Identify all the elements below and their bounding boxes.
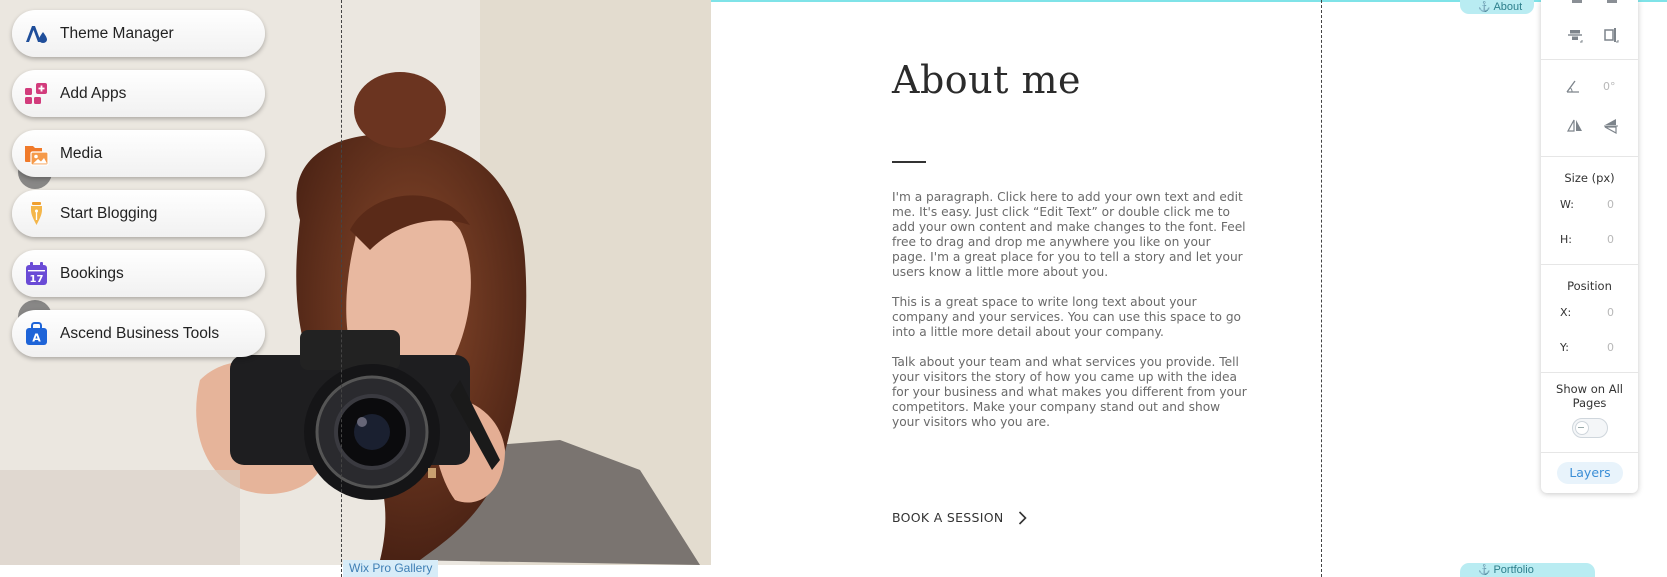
height-label: H: [1560,233,1572,246]
paragraph-2[interactable]: This is a great space to write long text… [892,295,1247,340]
properties-panel: 0° Size (px) W: 0 H: 0 Position X: 0 Y: … [1541,0,1638,493]
section-tag-about[interactable]: ⚓ About [1460,0,1535,14]
y-input[interactable]: 0 [1607,341,1614,354]
width-label: W: [1560,198,1574,211]
add-apps-icon [25,83,47,104]
calendar-day: 17 [30,274,44,285]
ascend-bag-icon: A [26,322,47,345]
match-size-icon[interactable] [1604,0,1620,10]
size-header: Size (px) [1564,171,1615,185]
ascend-business-tools-button[interactable]: A Ascend Business Tools [12,310,265,357]
book-session-link[interactable]: BOOK A SESSION [892,510,1027,525]
position-header: Position [1567,279,1612,293]
media-icon [25,146,49,166]
paragraph-3[interactable]: Talk about your team and what services y… [892,355,1247,430]
media-button[interactable]: Media [12,130,265,177]
blog-pen-icon [31,202,42,225]
panel-divider [1541,264,1638,265]
flip-vertical-icon[interactable] [1603,118,1619,134]
ascend-business-tools-label: Ascend Business Tools [60,324,220,342]
align-top-icon[interactable] [1569,0,1585,10]
start-blogging-button[interactable]: Start Blogging [12,190,265,237]
add-apps-label: Add Apps [60,84,127,102]
panel-divider [1541,156,1638,157]
paragraph-1[interactable]: I'm a paragraph. Click here to add your … [892,190,1247,280]
show-on-all-pages-toggle[interactable] [1572,418,1608,438]
show-on-all-pages-label: Show on All Pages [1556,382,1623,410]
rotate-angle-icon [1566,80,1579,93]
height-input[interactable]: 0 [1607,233,1614,246]
section-tag-portfolio-label: Portfolio [1493,564,1534,576]
theme-manager-icon [26,26,47,43]
rotation-value[interactable]: 0° [1603,80,1616,93]
x-input[interactable]: 0 [1607,306,1614,319]
width-input[interactable]: 0 [1607,198,1614,211]
anchor-icon: ⚓ [1478,565,1491,576]
bookings-label: Bookings [60,264,124,282]
add-apps-button[interactable]: Add Apps [12,70,265,117]
media-label: Media [60,144,103,162]
chevron-right-icon [1018,510,1027,525]
book-session-label: BOOK A SESSION [892,510,1004,525]
toggle-knob [1575,421,1589,435]
panel-divider [1541,452,1638,453]
theme-manager-label: Theme Manager [60,24,174,42]
title-divider [892,161,926,163]
grid-guide-right [1321,0,1322,577]
start-blogging-label: Start Blogging [60,204,158,222]
x-label: X: [1560,306,1572,319]
flip-horizontal-icon[interactable] [1567,118,1583,134]
calendar-icon: 17 [26,262,47,285]
layers-button[interactable]: Layers [1557,462,1623,484]
panel-divider [1541,372,1638,373]
bookings-button[interactable]: 17 Bookings [12,250,265,297]
anchor-icon: ⚓ [1478,2,1491,13]
y-label: Y: [1560,341,1569,354]
section-tag-about-label: About [1493,1,1523,13]
ascend-letter: A [32,332,41,345]
align-middle-icon[interactable] [1567,27,1583,43]
grid-guide-left [341,0,342,577]
page-title[interactable]: About me [892,58,1081,102]
gallery-component-label[interactable]: Wix Pro Gallery [343,560,439,577]
align-right-icon[interactable] [1603,27,1619,43]
section-tag-portfolio[interactable]: ⚓ Portfolio [1460,563,1595,577]
theme-manager-button[interactable]: Theme Manager [12,10,265,57]
toggle-off-mark [1578,427,1584,428]
panel-divider [1541,59,1638,60]
